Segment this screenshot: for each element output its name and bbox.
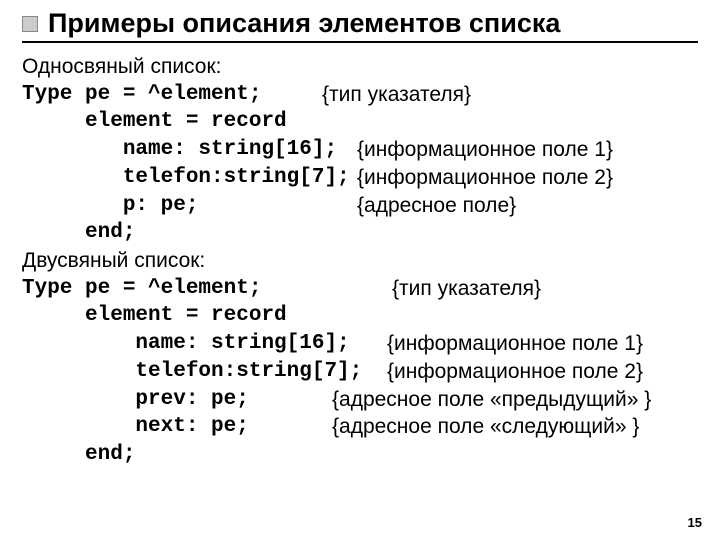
code-comment: {информационное поле 1} xyxy=(357,136,613,164)
code-line: Type pe = ^element; xyxy=(22,275,392,303)
slide-title: Примеры описания элементов списка xyxy=(22,8,698,43)
code-comment: {адресное поле} xyxy=(357,192,516,220)
code-line: end; xyxy=(22,219,135,247)
code-line: element = record xyxy=(22,108,287,136)
code-line: end; xyxy=(22,441,135,469)
code-line: Type pe = ^element; xyxy=(22,81,322,109)
code-comment: {тип указателя} xyxy=(322,81,471,109)
code-line: telefon:string[7]; xyxy=(22,358,387,386)
code-line: prev: pe; xyxy=(22,386,332,414)
title-bullet-marker xyxy=(22,16,38,32)
code-line: telefon:string[7]; xyxy=(22,164,357,192)
section2-label: Двусвяный список: xyxy=(22,247,205,275)
title-text: Примеры описания элементов списка xyxy=(48,8,560,39)
code-line: name: string[16]; xyxy=(22,136,357,164)
code-line: next: pe; xyxy=(22,413,332,441)
code-comment: {информационное поле 1} xyxy=(387,330,643,358)
page-number: 15 xyxy=(688,515,702,530)
code-line: name: string[16]; xyxy=(22,330,387,358)
code-comment: {тип указателя} xyxy=(392,275,541,303)
section1-label: Односвяный список: xyxy=(22,53,222,81)
code-comment: {адресное поле «предыдущий» } xyxy=(332,386,651,414)
code-line: element = record xyxy=(22,302,287,330)
code-line: p: pe; xyxy=(22,192,357,220)
slide-body: Односвяный список: Type pe = ^element; {… xyxy=(22,53,698,469)
code-comment: {информационное поле 2} xyxy=(357,164,613,192)
code-comment: {адресное поле «следующий» } xyxy=(332,413,639,441)
code-comment: {информационное поле 2} xyxy=(387,358,643,386)
